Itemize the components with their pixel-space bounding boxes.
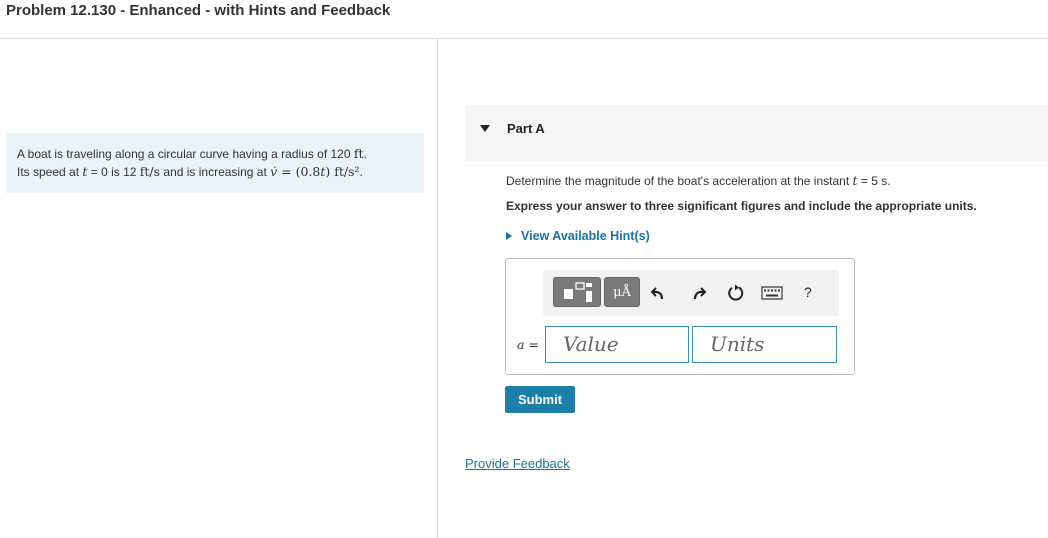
provide-feedback-link[interactable]: Provide Feedback <box>465 456 570 471</box>
templates-icon <box>564 282 592 302</box>
units-input[interactable]: Units <box>692 326 837 363</box>
header-divider <box>0 38 1048 39</box>
part-a-header[interactable] <box>465 105 1048 162</box>
hint-label: View Available Hint(s) <box>521 229 650 243</box>
redo-icon[interactable] <box>689 284 707 302</box>
submit-button[interactable]: Submit <box>505 386 575 413</box>
view-hints-link[interactable]: View Available Hint(s) <box>506 229 650 243</box>
problem-line-2: Its speed at t = 0 is 12 ft/s and is inc… <box>17 164 363 179</box>
instruction-text: Express your answer to three significant… <box>506 199 977 213</box>
value-input[interactable]: Value <box>545 326 689 363</box>
problem-line-1: A boat is traveling along a circular cur… <box>17 146 367 161</box>
units-button[interactable]: μÅ <box>604 277 640 307</box>
undo-icon[interactable] <box>650 284 668 302</box>
collapse-caret-icon[interactable] <box>480 125 490 132</box>
page-title: Problem 12.130 - Enhanced - with Hints a… <box>6 2 391 19</box>
column-divider <box>437 39 438 538</box>
part-label: Part A <box>507 121 545 136</box>
problem-statement: A boat is traveling along a circular cur… <box>6 133 424 193</box>
help-button[interactable]: ? <box>804 284 812 300</box>
templates-button[interactable] <box>553 277 601 307</box>
answer-variable-label: a = <box>517 337 539 352</box>
question-text: Determine the magnitude of the boat's ac… <box>506 173 891 188</box>
keyboard-icon[interactable] <box>761 286 783 300</box>
reset-icon[interactable] <box>726 283 746 303</box>
expand-caret-icon <box>506 232 512 240</box>
